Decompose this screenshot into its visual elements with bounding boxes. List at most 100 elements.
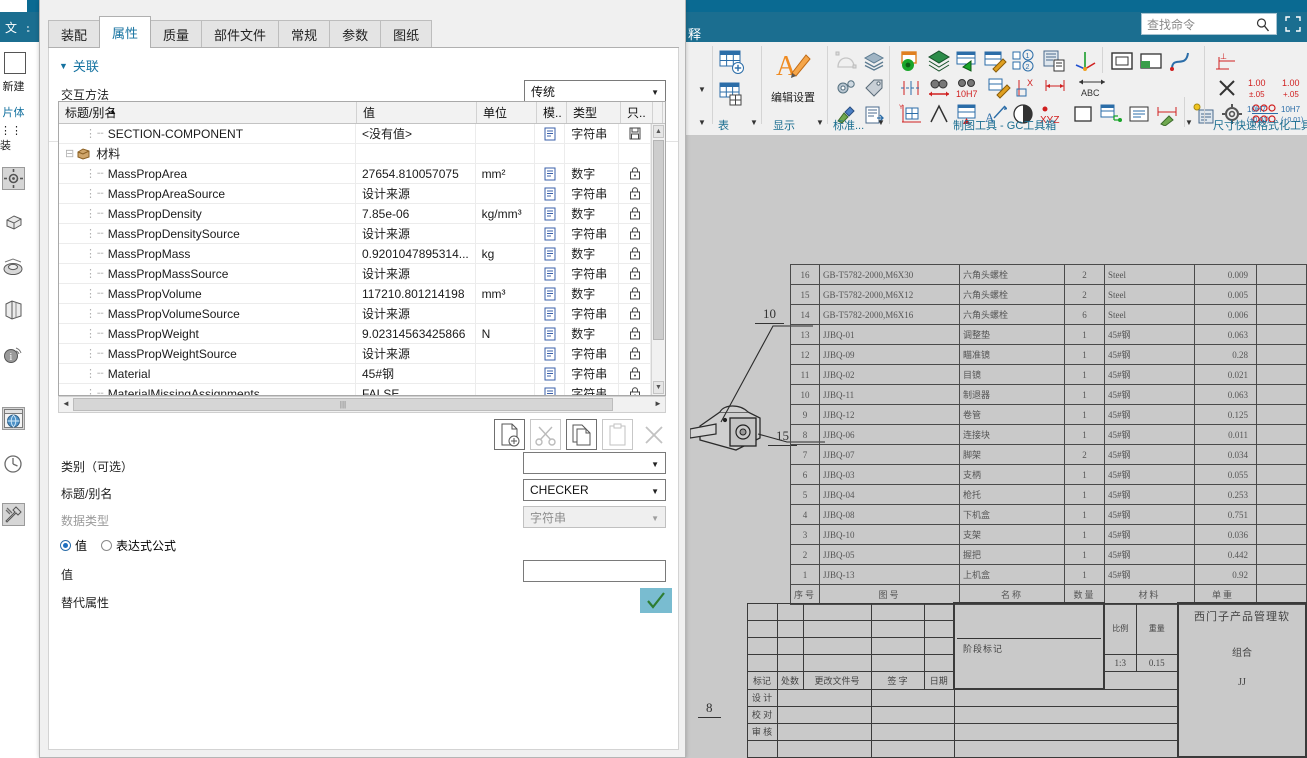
gc-tolerance-dim-icon[interactable]: 10H7 bbox=[953, 75, 982, 100]
value-input[interactable] bbox=[523, 560, 666, 582]
drawing-sheet[interactable]: 10 15 8 16 GB-T5782-2000,M6X30 六角头螺栓 2 Steel… bbox=[685, 136, 1307, 758]
category-select[interactable]: ▼ bbox=[523, 452, 666, 474]
column-header-3[interactable]: 模.. bbox=[537, 102, 567, 123]
dialog-tab-0[interactable]: 装配 bbox=[48, 20, 101, 48]
scroll-right-icon[interactable]: ► bbox=[652, 398, 664, 411]
gc-border-icon[interactable] bbox=[1108, 47, 1135, 74]
copy-button[interactable] bbox=[566, 419, 597, 450]
column-header-1[interactable]: 值 bbox=[357, 102, 477, 123]
dialog-tab-6[interactable]: 图纸 bbox=[380, 20, 433, 48]
column-header-2[interactable]: 单位 bbox=[477, 102, 537, 123]
command-search-box[interactable]: 查找命令 bbox=[1141, 13, 1277, 35]
gc-curve-icon[interactable] bbox=[1166, 47, 1193, 74]
table-group-dropdown[interactable]: ▼ bbox=[750, 118, 758, 127]
table-row[interactable]: ⋮ ╌ MassPropAreaSource 设计来源 字符串 bbox=[59, 184, 651, 204]
properties-table-scrollbar[interactable]: ▲ ▼ bbox=[651, 124, 665, 395]
gc-hatch-icon[interactable] bbox=[925, 47, 952, 74]
new-file-button[interactable] bbox=[4, 52, 26, 74]
value-mode-radio-0[interactable] bbox=[60, 540, 71, 551]
assembly-nav-icon[interactable] bbox=[2, 255, 25, 278]
restore-window-icon[interactable] bbox=[1284, 15, 1302, 33]
gc-dimension-icon[interactable] bbox=[925, 75, 952, 100]
assembly-nav-label[interactable]: ⋮⋮ 装 bbox=[0, 124, 27, 153]
scrollbar-thumb[interactable] bbox=[653, 140, 664, 340]
table-row[interactable]: ⋮ ╌ MaterialMissingAssignments FALSE 字符串 bbox=[59, 384, 651, 395]
table-row[interactable]: ⋮ ╌ MassPropDensitySource 设计来源 字符串 bbox=[59, 224, 651, 244]
gc-csys-icon[interactable] bbox=[1071, 47, 1098, 74]
table-row[interactable]: ⋮ ╌ SECTION-COMPONENT <没有值> 字符串 bbox=[59, 124, 651, 144]
gc-view-create-icon[interactable] bbox=[897, 47, 924, 74]
gc-tree-table-icon[interactable] bbox=[1097, 101, 1124, 127]
gc-surface-finish-icon[interactable] bbox=[925, 101, 952, 127]
model-history-icon[interactable] bbox=[2, 212, 25, 235]
section-header-association[interactable]: ▼ 关联 bbox=[59, 56, 99, 75]
value-mode-0[interactable]: 值 bbox=[60, 537, 87, 554]
confirm-button[interactable] bbox=[640, 588, 672, 613]
table-row[interactable]: ⋮ ╌ MassPropVolumeSource 设计来源 字符串 bbox=[59, 304, 651, 324]
hscrollbar-thumb[interactable]: ||| bbox=[73, 398, 613, 411]
table-row[interactable]: ⋮ ╌ MassPropVolume 117210.801214198 mm³ 数字 bbox=[59, 284, 651, 304]
dialog-tab-2[interactable]: 质量 bbox=[150, 20, 203, 48]
boundary-icon[interactable] bbox=[833, 48, 859, 74]
ribbon-overflow-arrow[interactable]: ▼ bbox=[698, 85, 706, 94]
annotation-style-icon[interactable]: A bbox=[767, 48, 817, 90]
history-clock-icon[interactable] bbox=[2, 452, 25, 475]
tag-icon[interactable] bbox=[861, 75, 887, 101]
gc-linear-dim-icon[interactable] bbox=[1041, 75, 1068, 100]
column-header-4[interactable]: 类型 bbox=[567, 102, 621, 123]
table-row[interactable]: ⋮ ╌ MassPropMass 0.9201047895314... kg 数字 bbox=[59, 244, 651, 264]
resource-bar-file-menu[interactable]: 文 bbox=[0, 12, 27, 42]
gc-dim-x-icon[interactable]: X bbox=[1013, 75, 1040, 100]
value-mode-1[interactable]: 表达式公式 bbox=[101, 537, 176, 554]
table-row[interactable]: ⋮ ╌ MassPropDensity 7.85e-06 kg/mm³ 数字 bbox=[59, 204, 651, 224]
dim-align-icon[interactable]: ⊥ bbox=[1213, 47, 1240, 74]
gc-toolbox-dropdown[interactable]: ▼ bbox=[1185, 118, 1193, 127]
properties-table-hscrollbar[interactable]: ◄ ||| ► bbox=[58, 396, 666, 413]
dim-tol-1-icon[interactable]: 1.00 ±.05 bbox=[1245, 75, 1277, 100]
target-icon[interactable] bbox=[2, 167, 25, 190]
column-header-0[interactable]: 标题/别名 ▲ bbox=[59, 102, 357, 123]
info-icon[interactable]: i bbox=[2, 343, 25, 366]
dialog-tab-1[interactable]: 属性 bbox=[99, 16, 152, 48]
table-row[interactable]: ⋮ ╌ MassPropWeight 9.02314563425866 N 数字 bbox=[59, 324, 651, 344]
dim-close-icon[interactable] bbox=[1213, 75, 1240, 100]
gc-corner-icon[interactable] bbox=[1137, 47, 1164, 74]
column-header-6[interactable] bbox=[653, 102, 663, 123]
title-alias-select[interactable]: CHECKER ▼ bbox=[523, 479, 666, 501]
table-row[interactable]: ⋮ ╌ MassPropWeightSource 设计来源 字符串 bbox=[59, 344, 651, 364]
gc-balloon-icon[interactable]: 12 bbox=[1009, 47, 1036, 74]
gc-drawing-edit-icon[interactable] bbox=[981, 47, 1008, 74]
dim-tol-2-icon[interactable]: 1.00 +.05 bbox=[1279, 75, 1307, 100]
table-row[interactable]: ⊟ 材料 bbox=[59, 144, 651, 164]
standard-group-dropdown[interactable]: ▼ bbox=[877, 118, 885, 127]
part-navigator-icon[interactable] bbox=[2, 298, 25, 321]
gc-center-mark-icon[interactable] bbox=[897, 75, 924, 100]
gc-section-icon[interactable] bbox=[953, 47, 980, 74]
table-row[interactable]: ⋮ ╌ MassPropMassSource 设计来源 字符串 bbox=[59, 264, 651, 284]
web-browser-icon[interactable] bbox=[2, 407, 25, 430]
dialog-tab-3[interactable]: 部件文件 bbox=[201, 20, 280, 48]
dialog-tab-5[interactable]: 参数 bbox=[329, 20, 382, 48]
scroll-up-icon[interactable]: ▲ bbox=[653, 125, 664, 138]
layers-icon[interactable] bbox=[861, 48, 887, 74]
table-insert-icon[interactable] bbox=[715, 48, 749, 78]
table-row[interactable]: ⋮ ╌ Material 45#钢 字符串 bbox=[59, 364, 651, 384]
display-group-dropdown[interactable]: ▼ bbox=[816, 118, 824, 127]
tools-icon[interactable] bbox=[2, 503, 25, 526]
gc-dim-brush-icon[interactable] bbox=[1153, 101, 1180, 127]
value-mode-radio-1[interactable] bbox=[101, 540, 113, 551]
gc-grid-icon[interactable]: Y bbox=[897, 101, 924, 127]
gc-rect-icon[interactable] bbox=[1069, 101, 1096, 127]
gc-part-list-icon[interactable] bbox=[1040, 47, 1067, 74]
gc-dim-style-icon[interactable] bbox=[985, 75, 1012, 100]
scroll-left-icon[interactable]: ◄ bbox=[60, 398, 72, 411]
scroll-down-icon[interactable]: ▼ bbox=[653, 381, 664, 394]
gc-note-icon[interactable] bbox=[1125, 101, 1152, 127]
menu-item-annotate[interactable]: 释 bbox=[688, 24, 701, 43]
bom-table[interactable]: 16 GB-T5782-2000,M6X30 六角头螺栓 2 Steel 0.009 15 G… bbox=[789, 264, 1307, 605]
table-row[interactable]: ⋮ ╌ MassPropArea 27654.810057075 mm² 数字 bbox=[59, 164, 651, 184]
new-attribute-button[interactable] bbox=[494, 419, 525, 450]
table-edit-icon[interactable] bbox=[715, 80, 749, 110]
interaction-method-select[interactable]: 传统 ▼ bbox=[524, 80, 666, 102]
properties-table[interactable]: 标题/别名 ▲ 值单位 模.. 类型 只.. ⋮ ╌ SECTION-COMPONENT <没… bbox=[58, 101, 666, 396]
